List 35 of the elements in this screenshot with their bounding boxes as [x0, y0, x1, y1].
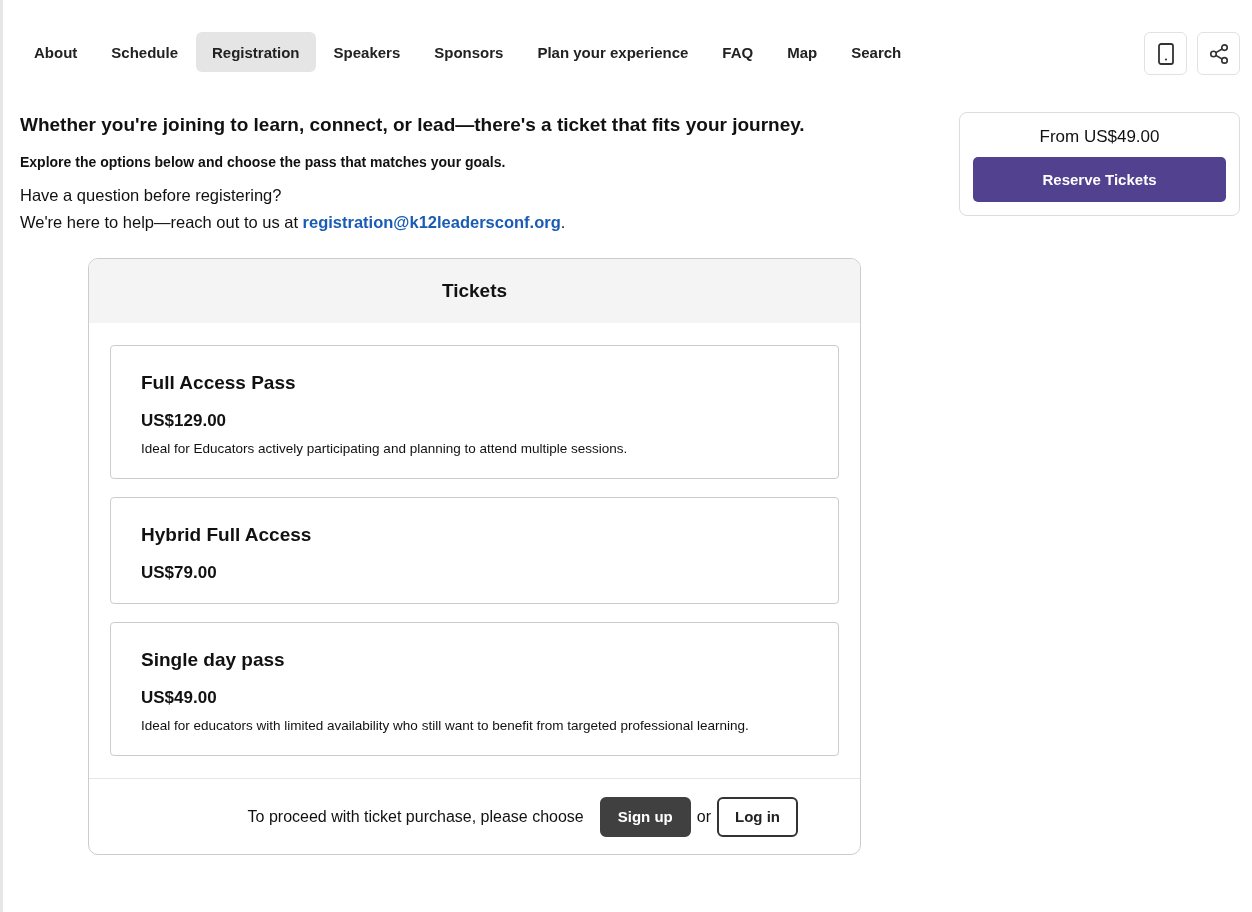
nav-tab[interactable]: Schedule — [95, 32, 194, 72]
page-heading: Whether you're joining to learn, connect, or lead—there's a ticket that fits your journey. — [20, 114, 806, 136]
phone-icon — [1157, 42, 1174, 65]
nav-tab[interactable]: Plan your experience — [521, 32, 705, 72]
nav-tab[interactable]: FAQ — [706, 32, 770, 72]
ticket-description: Ideal for Educators actively participating and planning to attend multiple sessions. — [141, 440, 629, 458]
nav-tab[interactable]: About — [18, 32, 94, 72]
sign-up-button[interactable]: Sign up — [599, 796, 691, 837]
ticket-name: Single day pass — [141, 649, 286, 671]
ticket-option[interactable]: Single day pass US$49.00 Ideal for educators with limited availability who still want to benefit from targeted professional learning. — [110, 622, 839, 756]
ticket-name: Hybrid Full Access — [141, 524, 313, 546]
nav-tab[interactable]: Search — [835, 32, 918, 72]
ticket-description: Ideal for educators with limited availability who still want to benefit from targeted professional learning. — [141, 717, 750, 735]
nav-tab[interactable]: Speakers — [317, 32, 417, 72]
email-link[interactable]: registration@k12leadersconf.org — [302, 213, 561, 231]
ticket-price: US$129.00 — [141, 411, 228, 431]
help-text: Have a question before registering? We're here to help—reach out to us at registration@k12leadersconf.org. — [20, 185, 567, 233]
nav-tab[interactable]: Map — [771, 32, 834, 72]
tickets-header: Tickets — [89, 259, 860, 323]
purchase-prompt: To proceed with ticket purchase, please choose — [247, 807, 584, 826]
page-subheading: Explore the options below and choose the pass that matches your goals. — [20, 154, 507, 170]
ticket-price: US$79.00 — [141, 563, 218, 583]
ticket-option[interactable]: Full Access Pass US$129.00 Ideal for Educators actively participating and planning to attend multiple sessions. — [110, 345, 839, 479]
ticket-name: Full Access Pass — [141, 372, 297, 394]
ticket-option[interactable]: Hybrid Full Access US$79.00 — [110, 497, 839, 604]
share-icon — [1207, 42, 1230, 65]
reserve-tickets-button[interactable]: Reserve Tickets — [973, 157, 1226, 202]
or-text: or — [696, 807, 711, 826]
phone-button[interactable] — [1144, 32, 1187, 75]
price-from: From US$49.00 — [1039, 127, 1160, 147]
log-in-button[interactable]: Log in — [717, 796, 798, 837]
nav-tab[interactable]: Sponsors — [418, 32, 520, 72]
nav-tab[interactable]: Registration — [196, 32, 316, 72]
share-button[interactable] — [1197, 32, 1240, 75]
ticket-price: US$49.00 — [141, 688, 218, 708]
